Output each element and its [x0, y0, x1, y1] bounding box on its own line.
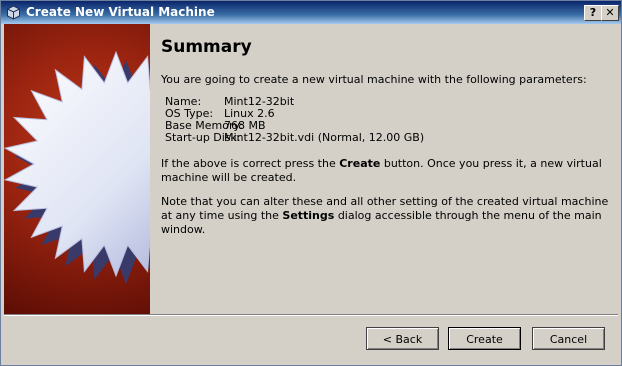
- back-button[interactable]: < Back: [366, 327, 439, 350]
- help-button[interactable]: ?: [584, 5, 602, 21]
- starburst-icon: [4, 50, 150, 284]
- cancel-button[interactable]: Cancel: [532, 327, 605, 350]
- intro-text: You are going to create a new virtual ma…: [161, 73, 587, 86]
- summary-panel: Summary You are going to create a new vi…: [161, 37, 611, 236]
- param-disk-row: Start-up Disk:Mint12-32bit.vdi (Normal, …: [165, 132, 424, 144]
- parameter-list: Name: Mint12-32bit OS Type: Linux 2.6 Base…: [165, 96, 424, 144]
- create-keyword: Create: [339, 157, 381, 170]
- virtualbox-icon: [6, 5, 21, 20]
- title-bar[interactable]: Create New Virtual Machine ? ✕: [1, 1, 621, 24]
- create-instructions-start: If the above is correct press the: [161, 157, 340, 170]
- create-button[interactable]: Create: [448, 327, 521, 350]
- param-value: Mint12-32bit.vdi (Normal, 12.00 GB): [224, 131, 425, 144]
- window-title: Create New Virtual Machine: [26, 5, 215, 19]
- wizard-sidebar-image: [4, 24, 150, 314]
- param-label: Start-up Disk:: [165, 131, 241, 144]
- wizard-window: Create New Virtual Machine ? ✕ Summary Y…: [0, 0, 622, 366]
- settings-keyword: Settings: [282, 209, 335, 222]
- page-title: Summary: [161, 37, 252, 57]
- create-instructions: If the above is correct press the Create…: [161, 157, 611, 185]
- settings-note: Note that you can alter these and all ot…: [161, 195, 611, 237]
- button-separator: [4, 314, 618, 316]
- close-button[interactable]: ✕: [601, 5, 619, 21]
- starburst-shape: [4, 50, 150, 278]
